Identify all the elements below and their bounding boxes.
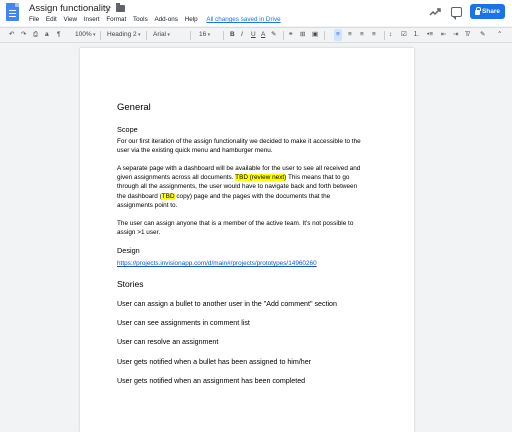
increase-indent-icon[interactable]: ⇥ (453, 29, 458, 41)
comment-icon[interactable] (451, 7, 462, 20)
redo-icon[interactable]: ↷ (21, 29, 26, 41)
align-right-icon[interactable]: ≡ (360, 29, 364, 41)
folder-icon[interactable] (116, 3, 125, 12)
heading-general: General (117, 102, 151, 113)
highlight-icon[interactable]: ✎ (271, 29, 276, 41)
numbered-list-icon[interactable]: ⒈ (413, 29, 420, 41)
lock-icon (474, 7, 481, 15)
design-link[interactable]: https://projects.invisionapp.com/d/main#… (117, 259, 317, 268)
zoom-select[interactable]: 100% (75, 29, 96, 41)
undo-icon[interactable]: ↶ (9, 29, 14, 41)
menu-insert[interactable]: Insert (84, 16, 100, 23)
image-icon[interactable]: ▣ (312, 29, 318, 41)
menu-format[interactable]: Format (106, 16, 126, 23)
align-center-icon[interactable]: ≡ (348, 29, 352, 41)
story-item: User can resolve an assignment (117, 338, 219, 346)
link-icon[interactable]: ⚭ (288, 29, 293, 41)
menu-edit[interactable]: Edit (46, 16, 57, 23)
story-item: User gets notified when an assignment ha… (117, 377, 306, 385)
decrease-indent-icon[interactable]: ⇤ (441, 29, 446, 41)
scope-line-2: user via the existing quick menu and ham… (117, 147, 273, 154)
docs-logo-icon[interactable] (6, 3, 19, 21)
bold-button[interactable]: B (230, 29, 235, 41)
highlight-tbd: TBD (161, 193, 175, 200)
paint-format-icon[interactable]: ¶ (57, 29, 61, 41)
share-button[interactable]: Share (470, 4, 505, 19)
menu-addons[interactable]: Add-ons (154, 16, 177, 23)
para2-line-3: through all the assignments, the user wo… (117, 183, 358, 190)
highlight-tbd-review: TBD (review next) (235, 174, 287, 181)
bulleted-list-icon[interactable]: •≡ (427, 29, 433, 41)
star-icon[interactable]: ☆ (104, 3, 112, 14)
menu-tools[interactable]: Tools (133, 16, 148, 23)
share-label: Share (481, 8, 501, 15)
clear-formatting-icon[interactable]: T̸ (465, 29, 469, 41)
heading-scope: Scope (117, 125, 138, 134)
para2-line-1: A separate page with a dashboard will be… (117, 165, 361, 172)
para3-line-2: assign >1 user. (117, 229, 161, 236)
font-size-select[interactable]: 16 (199, 29, 210, 41)
editing-mode-icon[interactable]: ✎ (480, 29, 485, 41)
italic-button[interactable]: I (241, 29, 243, 41)
collapse-toolbar-icon[interactable]: ⌃ (497, 29, 502, 41)
para3-line-1: The user can assign anyone that is a mem… (117, 220, 354, 227)
style-select[interactable]: Heading 2 (107, 29, 141, 41)
story-item: User can see assignments in comment list (117, 319, 250, 327)
underline-button[interactable]: U (251, 29, 256, 41)
checklist-icon[interactable]: ☑ (401, 29, 407, 41)
activity-trend-icon[interactable] (429, 7, 441, 17)
scope-line-1: For our first iteration of the assign fu… (117, 138, 361, 145)
para2-line-2: given assignments across all documents. … (117, 174, 350, 181)
toolbar: ↶ ↷ ⎙ a ¶ 100% Heading 2 Arial 16 B I U … (0, 27, 512, 43)
line-spacing-icon[interactable]: ↕ (389, 29, 392, 41)
document-title[interactable]: Assign functionality (29, 3, 110, 14)
heading-stories: Stories (117, 279, 144, 289)
heading-design: Design (117, 246, 140, 255)
story-item: User gets notified when a bullet has bee… (117, 358, 312, 366)
para2-line-5: assignments point to. (117, 202, 178, 209)
menu-help[interactable]: Help (185, 16, 198, 23)
spellcheck-icon[interactable]: a (45, 29, 49, 41)
text-color-button[interactable]: A (261, 29, 265, 41)
story-item: User can assign a bullet to another user… (117, 300, 337, 308)
font-select[interactable]: Arial (153, 29, 170, 41)
menu-view[interactable]: View (64, 16, 78, 23)
align-justify-icon[interactable]: ≡ (372, 29, 376, 41)
menu-bar: File Edit View Insert Format Tools Add-o… (29, 16, 286, 23)
insert-comment-icon[interactable]: ⊞ (300, 29, 305, 41)
save-status[interactable]: All changes saved in Drive (206, 16, 280, 23)
para2-line-4: the dashboard (TBD copy) page and the pa… (117, 193, 331, 200)
app-header: Assign functionality ☆ File Edit View In… (0, 0, 512, 26)
menu-file[interactable]: File (29, 16, 39, 23)
print-icon[interactable]: ⎙ (33, 29, 38, 41)
align-left-icon[interactable]: ≡ (334, 29, 342, 41)
